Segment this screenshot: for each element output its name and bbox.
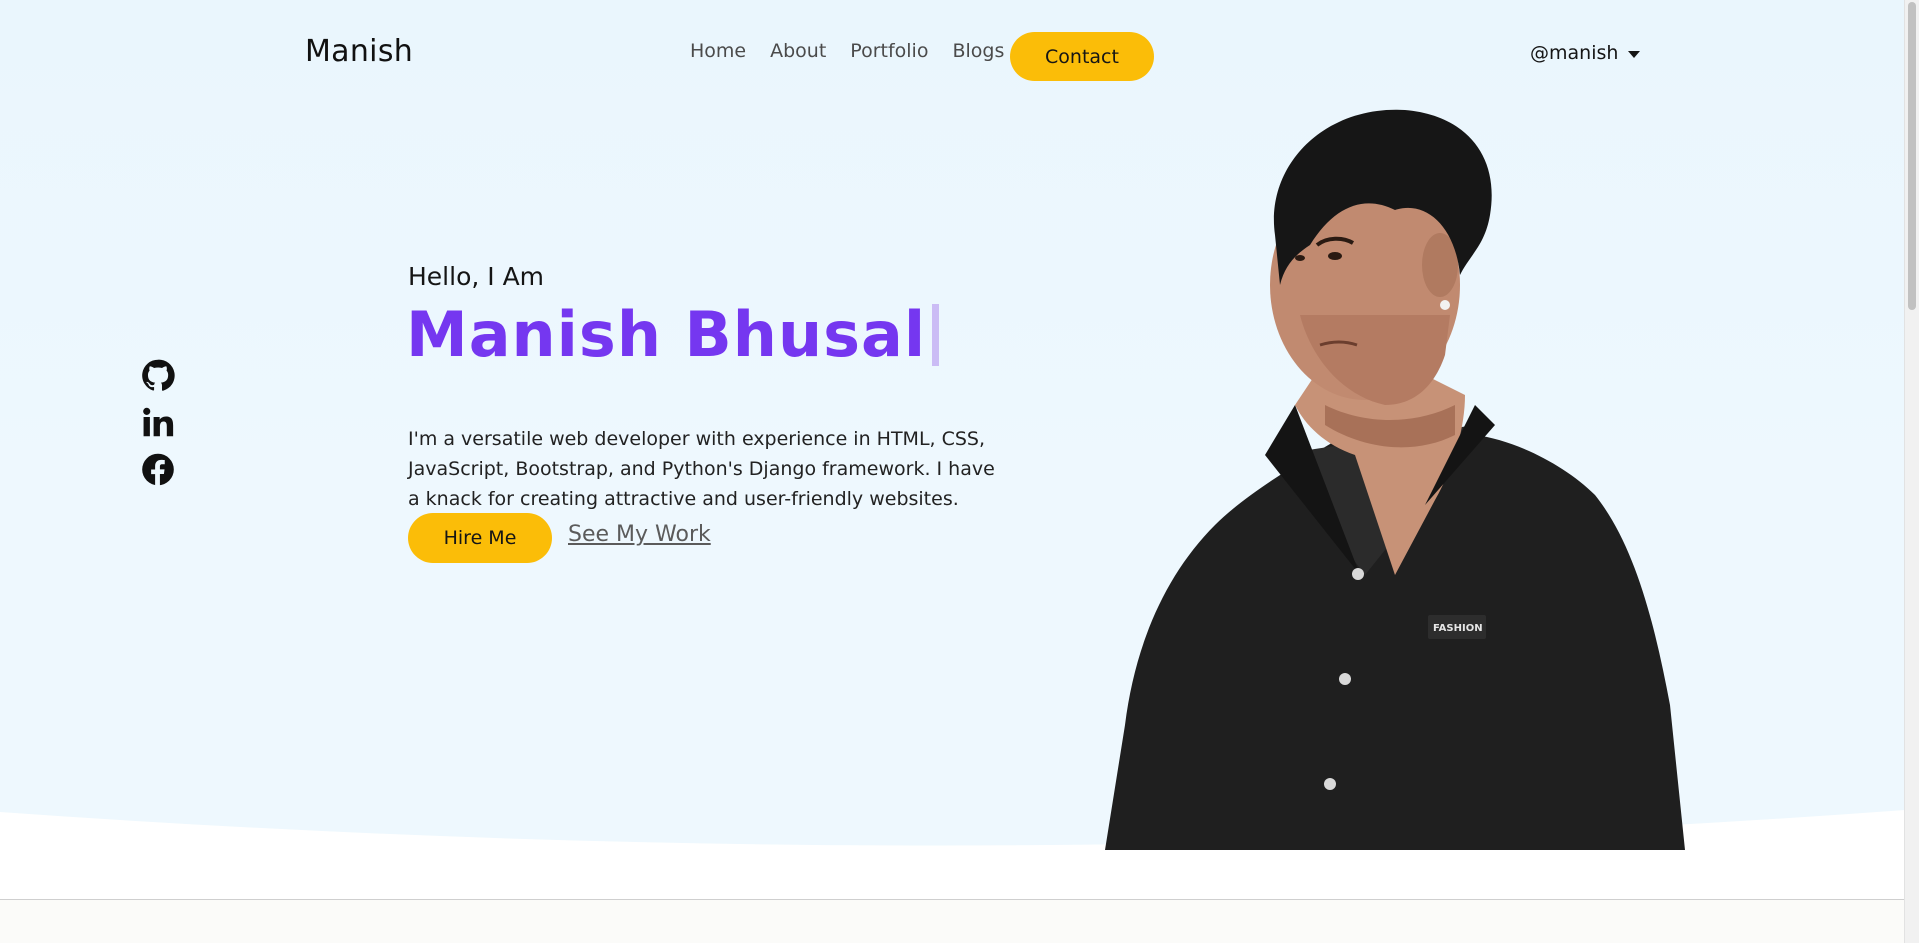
nav-about[interactable]: About	[770, 40, 826, 62]
page: Manish Home About Portfolio Blogs Contac…	[0, 0, 1905, 943]
hire-me-button[interactable]: Hire Me	[408, 513, 552, 563]
contact-button[interactable]: Contact	[1010, 32, 1154, 81]
user-handle: @manish	[1530, 42, 1619, 64]
next-section	[0, 900, 1905, 943]
nav-portfolio[interactable]: Portfolio	[850, 40, 928, 62]
shirt-logo-text: FASHION	[1433, 623, 1483, 634]
typing-cursor	[932, 303, 940, 366]
hero-name: Manish Bhusal	[406, 298, 927, 371]
caret-down-icon	[1628, 50, 1641, 58]
hero-name-heading: Manish Bhusal	[406, 298, 940, 371]
see-my-work-link[interactable]: See My Work	[568, 522, 711, 547]
main-nav: Home About Portfolio Blogs	[690, 40, 1004, 62]
brand-logo[interactable]: Manish	[305, 34, 413, 69]
hero-bio: I'm a versatile web developer with exper…	[408, 428, 995, 510]
github-icon[interactable]	[141, 359, 175, 392]
nav-home[interactable]: Home	[690, 40, 746, 62]
nav-blogs[interactable]: Blogs	[952, 40, 1004, 62]
linkedin-icon[interactable]	[141, 406, 175, 439]
user-menu-dropdown[interactable]: @manish	[1530, 42, 1641, 64]
scrollbar[interactable]	[1904, 0, 1919, 943]
profile-portrait: FASHION	[1105, 109, 1685, 850]
scrollbar-thumb[interactable]	[1908, 2, 1916, 310]
social-links	[141, 359, 175, 486]
hero-greeting: Hello, I Am	[408, 262, 545, 291]
facebook-icon[interactable]	[141, 453, 175, 486]
